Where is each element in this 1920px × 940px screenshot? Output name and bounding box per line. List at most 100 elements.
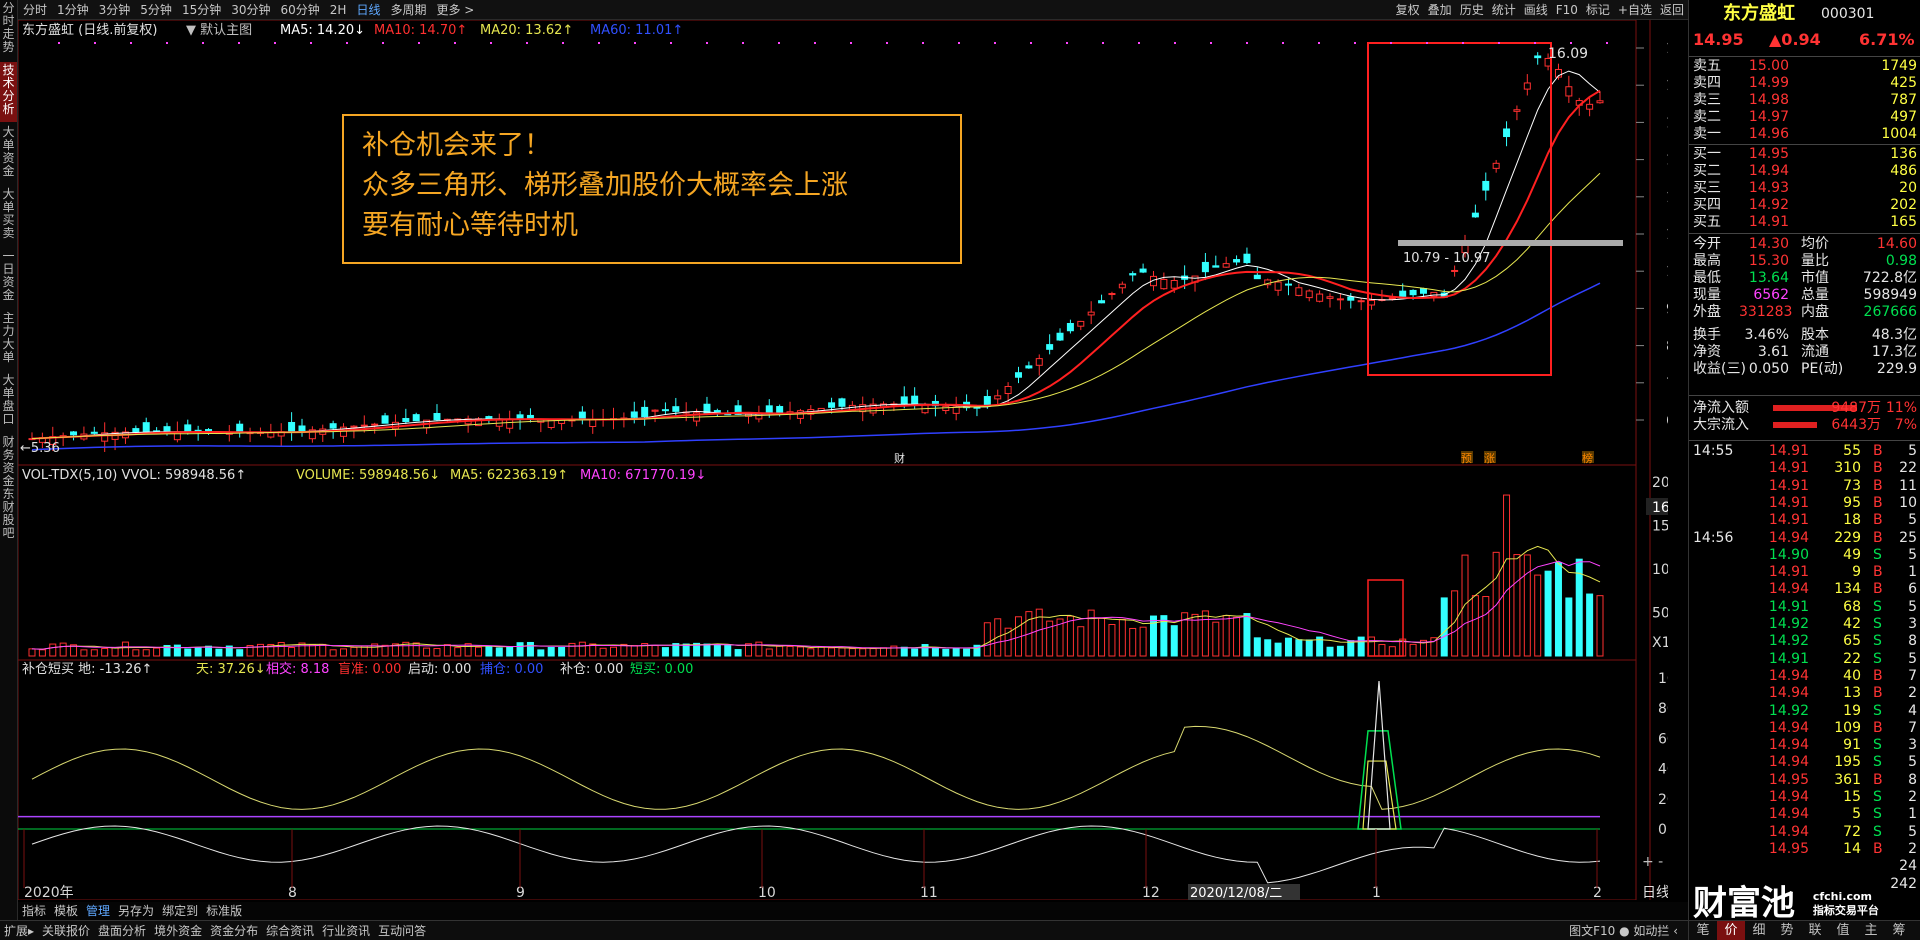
flow-row-0: 净流入额 9487万 11% (1689, 400, 1920, 417)
ind-tick-1: 80.00 (1658, 701, 1668, 717)
tick-price: 14.94 (1768, 737, 1809, 754)
toolbar-btn-2[interactable]: 历史 (1456, 0, 1488, 20)
volume-bar (340, 648, 348, 657)
nav-tab-8[interactable]: 东财股吧 (0, 486, 17, 540)
tick-count: 5 (1908, 823, 1917, 840)
nav-tab-5[interactable]: 主力大单 (0, 310, 17, 370)
period-4[interactable]: 15分钟 (177, 0, 226, 20)
tick-count: 4 (1908, 702, 1917, 719)
volume-bar (599, 647, 607, 657)
candle-body (1118, 283, 1126, 289)
period-3[interactable]: 5分钟 (135, 0, 177, 20)
stat-value2: 14.60 (1876, 236, 1917, 252)
toolbar-btn-7[interactable]: +自选 (1614, 0, 1656, 20)
period-5[interactable]: 30分钟 (226, 0, 275, 20)
period-9[interactable]: 多周期 (385, 0, 431, 20)
vol-tick-3: 5000 (1652, 606, 1668, 622)
candle-body (1025, 365, 1033, 369)
volume-bar (288, 647, 296, 657)
ask-label: 卖五 (1693, 58, 1721, 74)
flow-pct: 7% (1894, 417, 1917, 433)
volume-bar (1523, 554, 1531, 657)
volume-bar (38, 649, 46, 657)
period-6[interactable]: 60分钟 (276, 0, 325, 20)
signal-dot (886, 42, 888, 44)
date-label-3: 10 (758, 885, 776, 900)
status-item-7[interactable]: 互动问答 (374, 924, 430, 938)
range-bar (1398, 240, 1623, 246)
candle-body (661, 409, 669, 412)
toolbar-btn-3[interactable]: 统计 (1488, 0, 1520, 20)
period-7[interactable]: 2H (325, 0, 352, 20)
nav-tab-7[interactable]: 财务资金 (0, 434, 17, 488)
nav-tab-2[interactable]: 大单资金 (0, 124, 17, 184)
candle-body (90, 431, 98, 434)
period-0[interactable]: 分时 (18, 0, 52, 20)
bid-label: 买一 (1693, 146, 1721, 162)
toolbar-btn-4[interactable]: 画线 (1520, 0, 1552, 20)
indicator-tab-1[interactable]: 模板 (50, 904, 82, 918)
tick-count: 10 (1899, 494, 1917, 511)
status-item-3[interactable]: 境外资金 (150, 924, 206, 938)
candle-body (506, 418, 514, 429)
toolbar-btn-8[interactable]: 返回 (1656, 0, 1688, 20)
signal-dot (958, 42, 960, 44)
signal-dot (94, 42, 96, 44)
ind-tick-4: 20.00 (1658, 792, 1668, 808)
candle-body (1066, 322, 1074, 332)
status-item-6[interactable]: 行业资讯 (318, 924, 374, 938)
annotation-line1: 补仓机会来了！ (362, 130, 551, 161)
nav-tab-0[interactable]: 分时走势 (0, 0, 17, 60)
toolbar-btn-1[interactable]: 叠加 (1424, 0, 1456, 20)
bid-row-1: 买二 14.94 486 (1689, 163, 1920, 180)
tick-row-17: 14.94 91 S 3 (1689, 737, 1920, 754)
nav-tab-6[interactable]: 大单盘口 (0, 372, 17, 432)
indicator-tab-0[interactable]: 指标 (18, 904, 50, 918)
nav-tab-4[interactable]: 一日资金 (0, 248, 17, 308)
candle-body (1233, 259, 1241, 263)
toolbar-btn-0[interactable]: 复权 (1392, 0, 1424, 20)
status-right[interactable]: 图文F10 ● 如动拦 ‹ (1565, 921, 1682, 940)
price-tick-8: 8.00 (1666, 339, 1668, 355)
candle-body (1357, 300, 1365, 303)
period-2[interactable]: 3分钟 (94, 0, 136, 20)
signal-dot (1246, 42, 1248, 44)
indicator-tab-4[interactable]: 绑定到 (158, 904, 202, 918)
toolbar-btn-5[interactable]: F10 (1552, 0, 1582, 20)
volume-bar (1336, 645, 1344, 657)
volume-bar (869, 648, 877, 657)
tick-vol: 310 (1834, 460, 1861, 477)
indicator-tab-5[interactable]: 标准版 (202, 904, 246, 918)
signal-dot (850, 42, 852, 44)
bid-row-0: 买一 14.95 136 (1689, 146, 1920, 163)
status-item-5[interactable]: 综合资讯 (262, 924, 318, 938)
status-item-4[interactable]: 资金分布 (206, 924, 262, 938)
status-item-0[interactable]: 扩展▸ (0, 924, 38, 938)
tick-side: B (1873, 581, 1883, 598)
status-item-1[interactable]: 关联报价 (38, 924, 94, 938)
candle-body (1586, 103, 1594, 110)
stat-label2: 流通 (1801, 344, 1829, 360)
period-8[interactable]: 日线 (351, 0, 385, 20)
nav-tab-1[interactable]: 技术分析 (0, 62, 17, 122)
signal-dot (274, 42, 276, 44)
bid-price: 14.91 (1748, 214, 1789, 230)
volume-bar (194, 647, 202, 657)
volume-bar (1471, 595, 1479, 657)
ask-label: 卖二 (1693, 109, 1721, 125)
tick-side: B (1873, 512, 1883, 529)
candle-body (1212, 265, 1220, 268)
bid-label: 买二 (1693, 163, 1721, 179)
period-1[interactable]: 1分钟 (52, 0, 94, 20)
ind-tian: 天: 37.26↓ (196, 662, 266, 677)
toolbar-btn-6[interactable]: 标记 (1582, 0, 1614, 20)
nav-tab-3[interactable]: 大单买卖 (0, 186, 17, 246)
volume-bar (963, 648, 971, 657)
period-10[interactable]: 更多 > (431, 0, 479, 20)
indicator-tab-2[interactable]: 管理 (82, 904, 114, 918)
status-item-2[interactable]: 盘面分析 (94, 924, 150, 938)
candle-body (360, 424, 368, 427)
indicator-tab-3[interactable]: 另存为 (114, 904, 158, 918)
watermark: 财富池 cfchi.com 指标交易平台 (1693, 880, 1920, 924)
tick-vol: 42 (1843, 616, 1861, 632)
